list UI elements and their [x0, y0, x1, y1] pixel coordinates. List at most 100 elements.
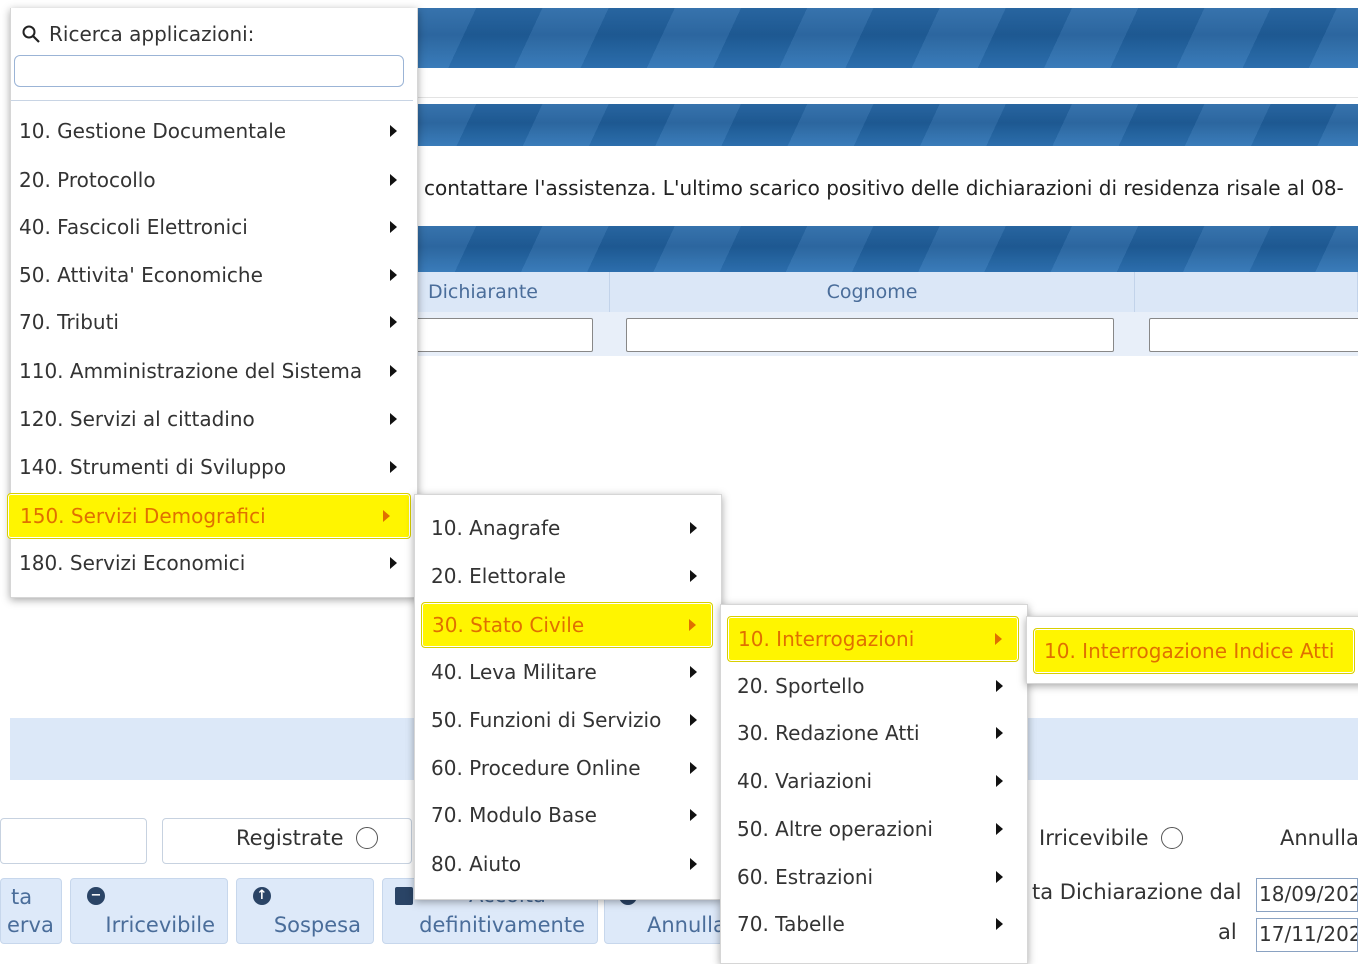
date-from-label: ta Dichiarazione dal [1032, 880, 1242, 904]
app-menu-item-servizi-economici[interactable]: 180. Servizi Economici [11, 541, 417, 585]
column-header-cognome[interactable]: Cognome [610, 272, 1135, 312]
column-header-label: Cognome [826, 281, 918, 303]
chevron-right-icon [690, 714, 697, 726]
filter-cognome-input[interactable] [626, 318, 1114, 352]
chevron-right-icon [390, 269, 397, 281]
chevron-right-icon [390, 413, 397, 425]
chevron-right-icon [996, 918, 1003, 930]
radio-button[interactable] [1160, 827, 1183, 849]
search-icon [22, 25, 40, 43]
menu-item-label: 80. Aiuto [431, 852, 522, 876]
column-header-blank[interactable] [1135, 272, 1358, 312]
submenu-item-sportello[interactable]: 20. Sportello [721, 664, 1027, 708]
app-menu-item-gestione-documentale[interactable]: 10. Gestione Documentale [11, 109, 417, 153]
chevron-right-icon [690, 809, 697, 821]
submenu-item-redazione-atti[interactable]: 30. Redazione Atti [721, 711, 1027, 755]
button-label: Irricevibile [105, 913, 215, 937]
date-from-input[interactable]: 18/09/202 [1256, 878, 1358, 912]
menu-item-label: 10. Anagrafe [431, 516, 561, 540]
irricevibile-button[interactable]: − Irricevibile [70, 878, 228, 944]
radio-label-text: Registrate [236, 826, 344, 850]
filter-dichiarante-input[interactable] [412, 318, 593, 352]
up-arrow-circle-icon: ↑ [253, 887, 271, 905]
submenu-item-variazioni[interactable]: 40. Variazioni [721, 759, 1027, 803]
app-menu-item-tributi[interactable]: 70. Tributi [11, 300, 417, 344]
riserva-button[interactable]: ta erva [0, 878, 62, 944]
assistance-notice: contattare l'assistenza. L'ultimo scaric… [424, 176, 1344, 200]
menu-item-label: 20. Protocollo [19, 168, 156, 192]
chevron-right-icon [996, 775, 1003, 787]
chevron-right-icon [390, 125, 397, 137]
chevron-right-icon [390, 316, 397, 328]
chevron-right-icon [390, 174, 397, 186]
chevron-right-icon [690, 522, 697, 534]
menu-item-label: 150. Servizi Demografici [20, 504, 266, 528]
menu-item-label: 10. Interrogazioni [738, 627, 915, 651]
submenu-item-funzioni-servizio[interactable]: 50. Funzioni di Servizio [415, 698, 721, 742]
chevron-right-icon [996, 727, 1003, 739]
submenu-item-tabelle[interactable]: 70. Tabelle [721, 902, 1027, 946]
app-menu-item-fascicoli-elettronici[interactable]: 40. Fascicoli Elettronici [11, 205, 417, 249]
app-menu-item-strumenti-sviluppo[interactable]: 140. Strumenti di Sviluppo [11, 445, 417, 489]
menu-item-label: 70. Tabelle [737, 912, 845, 936]
top-header-band [410, 8, 1358, 68]
radio-irricevibile[interactable]: Irricevibile [1039, 826, 1183, 850]
menu-item-label: 60. Procedure Online [431, 756, 641, 780]
menu-item-label: 60. Estrazioni [737, 865, 874, 889]
radio-annulla[interactable]: Annulla [1280, 826, 1358, 850]
submenu-item-elettorale[interactable]: 20. Elettorale [415, 554, 721, 598]
submenu-item-modulo-base[interactable]: 70. Modulo Base [415, 793, 721, 837]
submenu-item-stato-civile[interactable]: 30. Stato Civile [421, 602, 713, 648]
chevron-right-icon [995, 633, 1002, 645]
app-menu-item-amministrazione-sistema[interactable]: 110. Amministrazione del Sistema [11, 349, 417, 393]
menu-item-label: 30. Stato Civile [432, 613, 585, 637]
menu-item-label: 180. Servizi Economici [19, 551, 246, 575]
chevron-right-icon [690, 858, 697, 870]
search-field-left[interactable] [0, 818, 147, 864]
chevron-right-icon [390, 365, 397, 377]
chevron-right-icon [996, 871, 1003, 883]
chevron-right-icon [996, 680, 1003, 692]
date-to-input[interactable]: 17/11/202 [1256, 918, 1358, 952]
menu-item-label: 40. Variazioni [737, 769, 873, 793]
app-search-input[interactable] [14, 55, 404, 87]
menu-item-label: 110. Amministrazione del Sistema [19, 359, 363, 383]
chevron-right-icon [383, 510, 390, 522]
app-menu-item-servizi-cittadino[interactable]: 120. Servizi al cittadino [11, 397, 417, 441]
menu-item-label: 10. Interrogazione Indice Atti [1044, 639, 1335, 663]
filter-third-input[interactable] [1149, 318, 1358, 352]
radio-registrate[interactable]: Registrate [236, 826, 378, 850]
minus-circle-icon: − [87, 887, 105, 905]
chevron-right-icon [690, 762, 697, 774]
app-menu-item-protocollo[interactable]: 20. Protocollo [11, 158, 417, 202]
menu-item-label: 50. Funzioni di Servizio [431, 708, 662, 732]
chevron-right-icon [390, 557, 397, 569]
radio-label-text: Annulla [1280, 826, 1358, 850]
chevron-right-icon [390, 221, 397, 233]
menu-item-label: 40. Leva Militare [431, 660, 597, 684]
sospesa-button[interactable]: ↑ Sospesa [236, 878, 374, 944]
save-icon [395, 887, 413, 905]
submenu-item-leva-militare[interactable]: 40. Leva Militare [415, 650, 721, 694]
menu-item-label: 20. Sportello [737, 674, 865, 698]
chevron-right-icon [996, 823, 1003, 835]
button-label: Sospesa [273, 913, 361, 937]
submenu-item-interrogazioni[interactable]: 10. Interrogazioni [727, 616, 1019, 662]
submenu-stato-civile: 10. Interrogazioni 20. Sportello 30. Red… [720, 604, 1028, 964]
column-header-label: Dichiarante [428, 281, 538, 303]
column-header-dichiarante[interactable]: Dichiarante [410, 272, 610, 312]
radio-button[interactable] [355, 827, 378, 849]
app-menu-item-servizi-demografici[interactable]: 150. Servizi Demografici [7, 493, 411, 539]
grid-header-band [410, 226, 1358, 272]
menu-item-label: 10. Gestione Documentale [19, 119, 287, 143]
submenu-item-aiuto[interactable]: 80. Aiuto [415, 842, 721, 886]
app-search-label-row: Ricerca applicazioni: [21, 22, 254, 46]
submenu-item-altre-operazioni[interactable]: 50. Altre operazioni [721, 807, 1027, 851]
submenu-item-procedure-online[interactable]: 60. Procedure Online [415, 746, 721, 790]
menu-item-label: 120. Servizi al cittadino [19, 407, 255, 431]
submenu-item-anagrafe[interactable]: 10. Anagrafe [415, 506, 721, 550]
submenu-item-interrogazione-indice-atti[interactable]: 10. Interrogazione Indice Atti [1033, 628, 1355, 674]
submenu-item-estrazioni[interactable]: 60. Estrazioni [721, 855, 1027, 899]
app-menu-item-attivita-economiche[interactable]: 50. Attivita' Economiche [11, 253, 417, 297]
chevron-right-icon [390, 461, 397, 473]
